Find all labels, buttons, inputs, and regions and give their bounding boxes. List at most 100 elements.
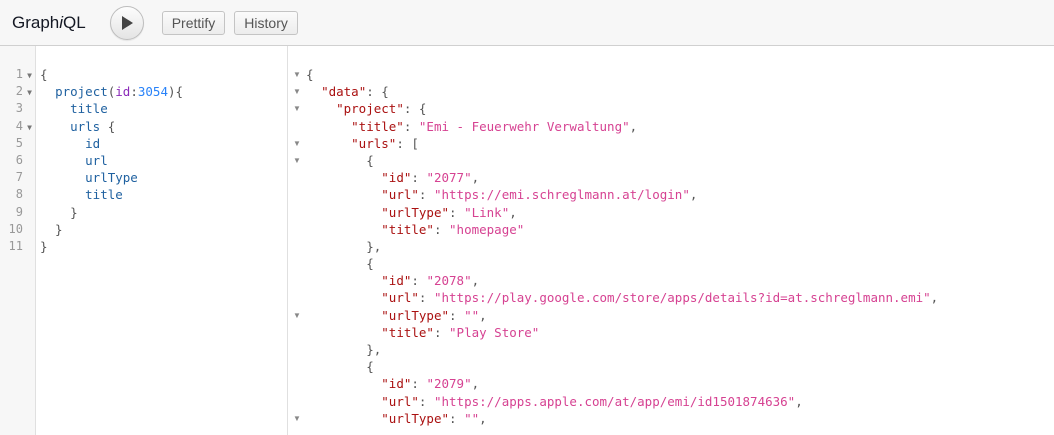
query-line: title	[40, 100, 183, 117]
code-token: "2078"	[426, 273, 472, 289]
query-line: id	[40, 135, 183, 152]
fold-triangle-icon[interactable]: ▼	[24, 84, 32, 101]
fold-triangle-icon[interactable]: ▼	[288, 152, 306, 169]
result-line: "project": {	[306, 100, 938, 117]
code-token: "id"	[381, 170, 412, 186]
play-icon	[121, 15, 133, 30]
prettify-button[interactable]: Prettify	[161, 10, 226, 35]
code-token: ""	[464, 410, 480, 426]
code-token: "id"	[381, 376, 412, 392]
line-number: 2 ▼	[0, 83, 35, 100]
execute-query-button[interactable]	[109, 5, 144, 40]
result-line: "id": "2078",	[306, 272, 938, 289]
line-number-label: 4	[15, 118, 23, 133]
code-token: urls	[70, 118, 101, 134]
fold-triangle-icon[interactable]: ▼	[288, 66, 306, 83]
gutter-spacer	[288, 186, 306, 203]
line-number-label: 7	[15, 170, 23, 185]
fold-triangle-icon[interactable]: ▼	[24, 67, 32, 84]
gutter-spacer	[288, 204, 306, 221]
query-line: }	[40, 221, 183, 238]
query-line: {	[40, 66, 183, 83]
fold-triangle-icon[interactable]: ▼	[24, 119, 32, 136]
code-token: urlType	[85, 170, 138, 186]
code-token: {	[306, 67, 314, 82]
code-token: : [	[396, 135, 419, 151]
code-token: "Play Store"	[449, 324, 540, 340]
line-number-gutter: 1 ▼ 2 ▼ 3 4 ▼ 5 6 7 8 9 10 11	[0, 46, 36, 435]
code-token: {	[306, 152, 374, 168]
code-token: project	[55, 84, 108, 100]
query-line: }	[40, 238, 183, 255]
code-token: "Link"	[464, 204, 510, 220]
code-token: "https://apps.apple.com/at/app/emi/id150…	[433, 393, 796, 409]
fold-triangle-icon[interactable]: ▼	[288, 410, 306, 427]
code-token: id	[115, 84, 131, 100]
code-token: ,	[509, 204, 517, 220]
gutter-spacer	[288, 289, 306, 306]
code-token: :	[411, 376, 427, 392]
result-line: },	[306, 238, 938, 255]
line-number-label: 9	[15, 204, 23, 219]
code-token: :	[403, 118, 419, 134]
code-token: 3054	[137, 84, 168, 100]
line-number-label: 6	[15, 152, 23, 167]
code-token: }	[40, 204, 78, 220]
code-token: {	[306, 256, 374, 272]
result-line: "title": "Play Store"	[306, 324, 938, 341]
code-token: url	[85, 152, 108, 168]
gutter-spacer	[288, 272, 306, 289]
fold-triangle-icon[interactable]: ▼	[288, 307, 306, 324]
result-viewer[interactable]: ▼ ▼ ▼ ▼ ▼ ▼ ▼ { "data": { "project": { "title"…	[288, 46, 1054, 435]
query-editor[interactable]: 1 ▼ 2 ▼ 3 4 ▼ 5 6 7 8 9 10 11 { project(id:3054){ tit…	[0, 46, 288, 435]
history-button[interactable]: History	[234, 10, 298, 35]
code-token: :	[411, 170, 427, 186]
line-number: 11	[0, 238, 35, 255]
query-line: urlType	[40, 169, 183, 186]
fold-triangle-icon[interactable]: ▼	[288, 100, 306, 117]
code-token: "urls"	[351, 135, 397, 151]
editor-panes: 1 ▼ 2 ▼ 3 4 ▼ 5 6 7 8 9 10 11 { project(id:3054){ tit…	[0, 46, 1054, 435]
code-token: {	[100, 118, 116, 134]
line-number-label: 3	[15, 101, 23, 116]
code-token: :	[449, 204, 465, 220]
code-token: title	[85, 187, 123, 203]
code-token: "title"	[351, 118, 404, 134]
query-code[interactable]: { project(id:3054){ title urls { id url …	[36, 46, 183, 435]
code-token: ){	[167, 84, 184, 100]
result-code: { "data": { "project": { "title": "Emi -…	[306, 46, 938, 435]
result-line: "urlType": "",	[306, 307, 938, 324]
code-token: ,	[479, 307, 487, 323]
code-token: "urlType"	[381, 307, 449, 323]
code-token: :	[418, 187, 434, 203]
fold-triangle-icon[interactable]: ▼	[288, 135, 306, 152]
result-line: "title": "Emi - Feuerwehr Verwaltung",	[306, 118, 938, 135]
line-number: 1 ▼	[0, 66, 35, 83]
fold-triangle-icon[interactable]: ▼	[288, 83, 306, 100]
code-token: "urlType"	[381, 204, 449, 220]
result-line: "url": "https://play.google.com/store/ap…	[306, 289, 938, 306]
result-line: "title": "homepage"	[306, 221, 938, 238]
code-token: :	[449, 410, 465, 426]
result-line: },	[306, 341, 938, 358]
query-line: title	[40, 186, 183, 203]
gutter-spacer	[288, 118, 306, 135]
code-token: :	[411, 273, 427, 289]
code-token: ,	[930, 290, 939, 306]
result-line: "urlType": "",	[306, 410, 938, 427]
line-number: 6	[0, 152, 35, 169]
code-token: {	[40, 67, 48, 82]
line-number: 9	[0, 204, 35, 221]
gutter-spacer	[288, 169, 306, 186]
code-token: ,	[629, 118, 638, 134]
code-token: ,	[471, 273, 480, 289]
code-token: "2077"	[426, 170, 472, 186]
